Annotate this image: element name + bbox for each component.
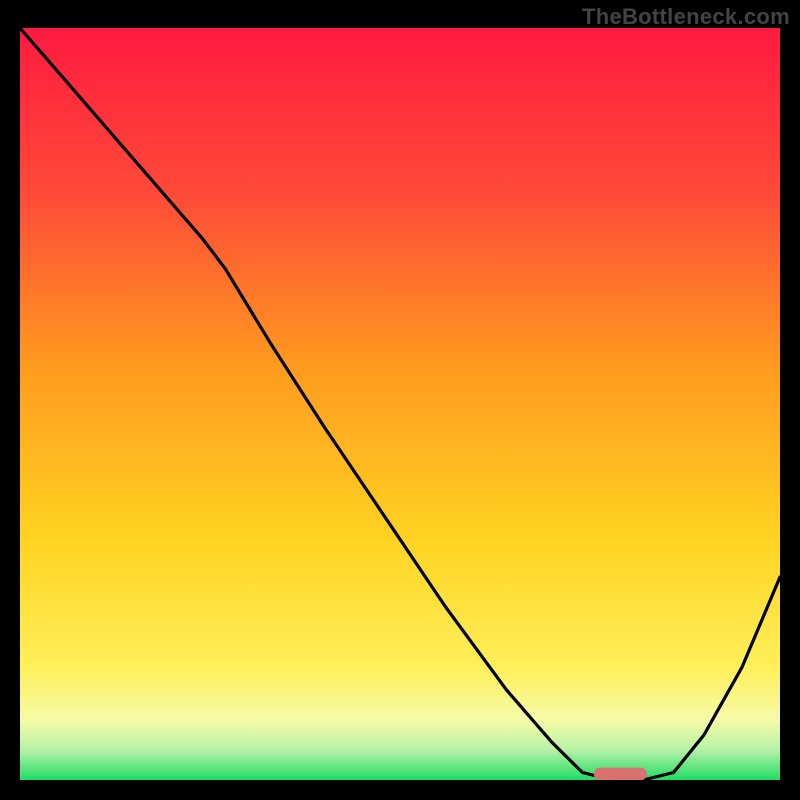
optimal-marker [594,768,647,780]
chart-frame: TheBottleneck.com [0,0,800,800]
gradient-background [20,28,780,780]
plot-area [20,28,780,780]
chart-svg [20,28,780,780]
watermark-text: TheBottleneck.com [582,4,790,30]
